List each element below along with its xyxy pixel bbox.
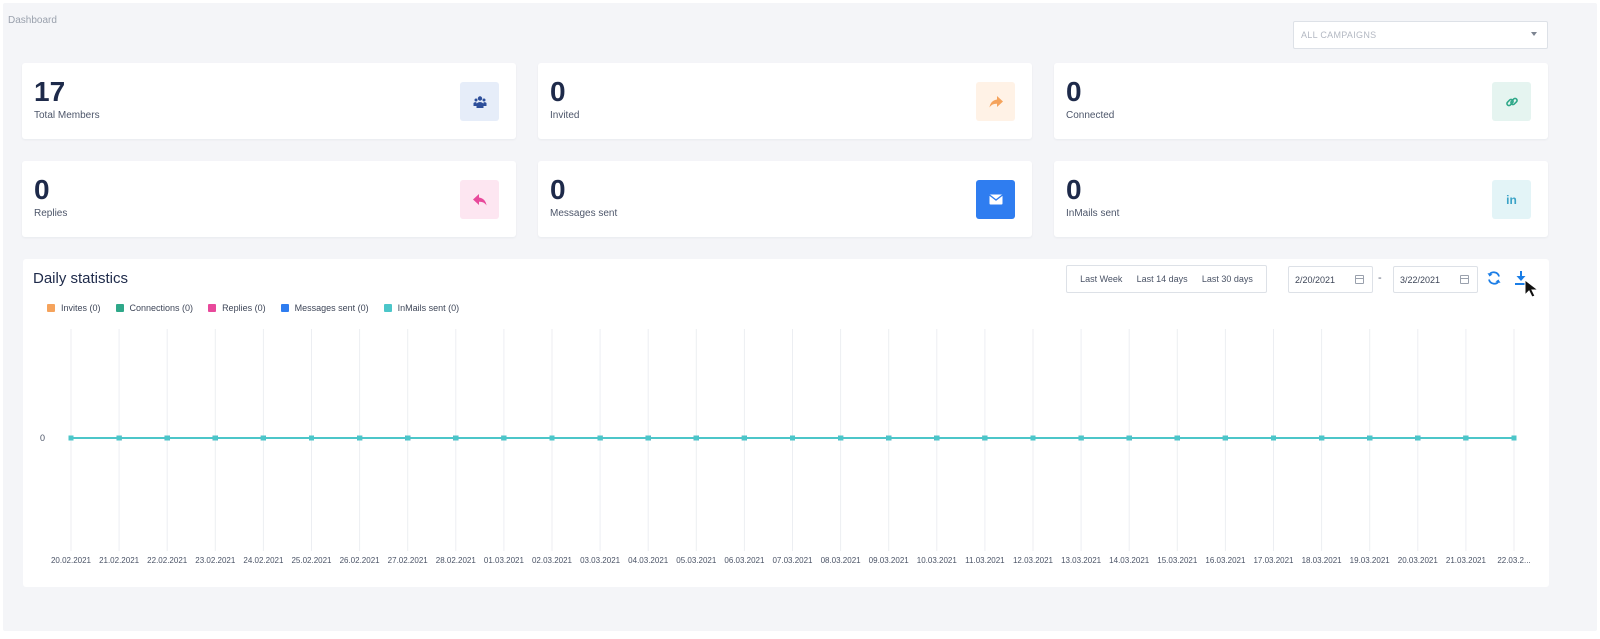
- data-point: [1030, 435, 1036, 441]
- users-icon: [460, 82, 499, 121]
- stat-value: 0: [1066, 174, 1082, 205]
- data-point: [645, 435, 651, 441]
- x-tick-label: 20.02.2021: [51, 556, 92, 565]
- stat-card-inmails-sent: 0 InMails sent in: [1054, 161, 1548, 237]
- share-arrow-icon: [976, 82, 1015, 121]
- campaign-filter-value: ALL CAMPAIGNS: [1301, 30, 1377, 40]
- stat-value: 0: [550, 174, 566, 205]
- data-point: [1174, 435, 1180, 441]
- x-tick-label: 04.03.2021: [628, 556, 669, 565]
- x-tick-label: 19.03.2021: [1350, 556, 1391, 565]
- stat-value: 17: [34, 76, 66, 107]
- data-point: [501, 435, 507, 441]
- data-point: [1078, 435, 1084, 441]
- data-point: [405, 435, 411, 441]
- data-point: [164, 435, 170, 441]
- stat-label: Messages sent: [550, 208, 618, 219]
- x-tick-label: 24.02.2021: [243, 556, 284, 565]
- x-tick-label: 07.03.2021: [772, 556, 813, 565]
- x-tick-label: 22.02.2021: [147, 556, 188, 565]
- data-point: [453, 435, 459, 441]
- stat-card-messages-sent: 0 Messages sent: [538, 161, 1032, 237]
- breadcrumb: Dashboard: [8, 15, 57, 26]
- data-point: [116, 435, 122, 441]
- chevron-down-icon: [1531, 32, 1537, 36]
- x-tick-label: 08.03.2021: [821, 556, 862, 565]
- stat-value: 0: [550, 76, 566, 107]
- data-point: [1415, 435, 1421, 441]
- x-tick-label: 10.03.2021: [917, 556, 958, 565]
- data-point: [1511, 435, 1517, 441]
- campaign-filter-select[interactable]: ALL CAMPAIGNS: [1293, 21, 1548, 49]
- stat-label: InMails sent: [1066, 208, 1120, 219]
- envelope-icon: [976, 180, 1015, 219]
- x-tick-label: 01.03.2021: [484, 556, 525, 565]
- x-tick-label: 12.03.2021: [1013, 556, 1054, 565]
- data-point: [68, 435, 74, 441]
- data-point: [1463, 435, 1469, 441]
- x-tick-label: 17.03.2021: [1253, 556, 1294, 565]
- data-point: [357, 435, 363, 441]
- data-point: [1319, 435, 1325, 441]
- x-tick-label: 22.03.2...: [1497, 556, 1530, 565]
- mouse-cursor-icon: [1524, 279, 1540, 298]
- data-point: [1222, 435, 1228, 441]
- data-point: [1126, 435, 1132, 441]
- x-tick-label: 05.03.2021: [676, 556, 717, 565]
- link-icon: [1492, 82, 1531, 121]
- x-tick-label: 16.03.2021: [1205, 556, 1246, 565]
- data-point: [886, 435, 892, 441]
- stat-label: Connected: [1066, 110, 1115, 121]
- stat-label: Replies: [34, 208, 68, 219]
- data-point: [597, 435, 603, 441]
- x-tick-label: 21.03.2021: [1446, 556, 1487, 565]
- x-tick-label: 25.02.2021: [291, 556, 332, 565]
- x-tick-label: 14.03.2021: [1109, 556, 1150, 565]
- reply-icon: [460, 180, 499, 219]
- data-point: [212, 435, 218, 441]
- y-tick-label: 0: [40, 433, 45, 443]
- data-point: [1271, 435, 1276, 441]
- data-point: [309, 435, 314, 441]
- data-point: [934, 435, 940, 441]
- data-point: [790, 435, 795, 441]
- x-tick-label: 11.03.2021: [965, 556, 1005, 565]
- data-point: [741, 435, 747, 441]
- stat-value: 0: [34, 174, 50, 205]
- x-tick-label: 27.02.2021: [388, 556, 429, 565]
- daily-statistics-chart: 0 20.02.2021 21.02.2021 22.02.2021 23.02.202…: [40, 329, 1531, 565]
- stat-label: Invited: [550, 110, 580, 121]
- linkedin-icon: in: [1492, 180, 1531, 219]
- data-point: [982, 435, 988, 441]
- x-tick-label: 18.03.2021: [1302, 556, 1343, 565]
- daily-statistics-panel: Daily statistics Last Week Last 14 days …: [23, 259, 1549, 587]
- x-tick-label: 26.02.2021: [340, 556, 381, 565]
- x-tick-label: 02.03.2021: [532, 556, 573, 565]
- stat-value: 0: [1066, 76, 1082, 107]
- data-point: [260, 435, 266, 441]
- stat-card-connected: 0 Connected: [1054, 63, 1548, 139]
- x-tick-label: 13.03.2021: [1061, 556, 1102, 565]
- data-point: [693, 435, 699, 441]
- x-tick-label: 03.03.2021: [580, 556, 621, 565]
- x-tick-label: 28.02.2021: [436, 556, 477, 565]
- stat-card-invited: 0 Invited: [538, 63, 1032, 139]
- x-tick-label: 20.03.2021: [1398, 556, 1439, 565]
- data-point: [1367, 435, 1373, 441]
- x-tick-label: 15.03.2021: [1157, 556, 1198, 565]
- data-point: [838, 435, 844, 441]
- x-tick-label: 23.02.2021: [195, 556, 236, 565]
- x-tick-label: 21.02.2021: [99, 556, 140, 565]
- x-tick-label: 06.03.2021: [724, 556, 765, 565]
- stat-card-replies: 0 Replies: [22, 161, 516, 237]
- stat-card-total-members: 17 Total Members: [22, 63, 516, 139]
- data-point: [549, 435, 555, 441]
- stat-label: Total Members: [34, 110, 100, 121]
- x-tick-label: 09.03.2021: [869, 556, 910, 565]
